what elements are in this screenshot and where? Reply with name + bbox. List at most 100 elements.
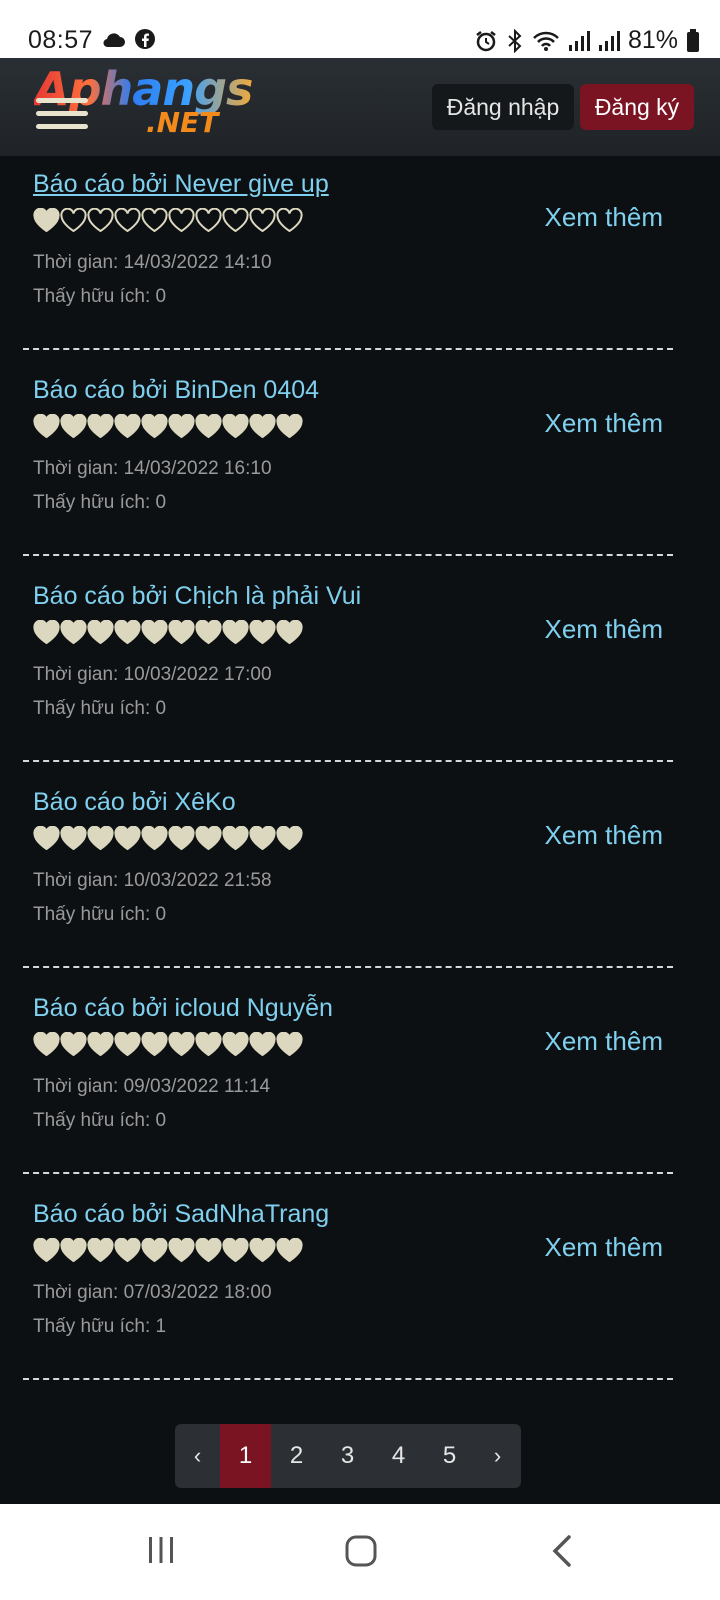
pagination-page-2[interactable]: 2 <box>271 1424 322 1488</box>
rating-hearts <box>33 414 303 439</box>
report-list: Báo cáo bởi Never give up Xem thêm Thời gi… <box>23 156 673 1380</box>
signal-icon <box>568 30 590 51</box>
report-item: Báo cáo bởi Never give up Xem thêm Thời gi… <box>23 156 673 350</box>
pagination-next[interactable]: › <box>475 1424 520 1488</box>
report-author-link[interactable]: Báo cáo bởi icloud Nguyễn <box>33 994 333 1023</box>
rating-hearts <box>33 826 303 851</box>
heart-filled-icon <box>168 620 195 645</box>
pagination-page-4[interactable]: 4 <box>373 1424 424 1488</box>
menu-icon[interactable] <box>36 98 88 130</box>
alarm-icon <box>476 30 496 51</box>
report-useful-count: Thấy hữu ích: 0 <box>33 698 167 719</box>
heart-outline-icon <box>60 208 87 233</box>
back-icon[interactable] <box>550 1534 574 1568</box>
heart-filled-icon <box>195 414 222 439</box>
heart-outline-icon <box>141 208 168 233</box>
heart-filled-icon <box>87 826 114 851</box>
wifi-icon <box>533 31 559 51</box>
heart-filled-icon <box>276 1032 303 1057</box>
heart-filled-icon <box>222 620 249 645</box>
report-item: Báo cáo bởi XêKo Xem thêm Thời gian: 10/03… <box>23 762 673 968</box>
report-author-link[interactable]: Báo cáo bởi Chịch là phải Vui <box>33 582 361 611</box>
heart-filled-icon <box>195 826 222 851</box>
heart-filled-icon <box>195 1238 222 1263</box>
login-button[interactable]: Đăng nhập <box>432 84 574 130</box>
heart-filled-icon <box>168 1032 195 1057</box>
heart-filled-icon <box>249 826 276 851</box>
pagination-prev[interactable]: ‹ <box>175 1424 220 1488</box>
pagination-page-1[interactable]: 1 <box>220 1424 271 1488</box>
view-more-link[interactable]: Xem thêm <box>545 1232 664 1263</box>
heart-filled-icon <box>33 208 60 233</box>
rating-hearts <box>33 1238 303 1263</box>
heart-filled-icon <box>141 826 168 851</box>
heart-filled-icon <box>222 1238 249 1263</box>
battery-icon <box>687 28 699 52</box>
heart-filled-icon <box>33 1238 60 1263</box>
heart-outline-icon <box>222 208 249 233</box>
heart-outline-icon <box>168 208 195 233</box>
logo-sub: .NET <box>146 106 219 139</box>
heart-filled-icon <box>114 414 141 439</box>
report-author-link[interactable]: Báo cáo bởi BinDen 0404 <box>33 376 319 405</box>
view-more-link[interactable]: Xem thêm <box>545 1026 664 1057</box>
heart-outline-icon <box>276 208 303 233</box>
heart-filled-icon <box>33 414 60 439</box>
report-time: Thời gian: 14/03/2022 16:10 <box>33 458 272 479</box>
home-icon[interactable] <box>344 1534 378 1568</box>
heart-filled-icon <box>222 414 249 439</box>
heart-filled-icon <box>60 1238 87 1263</box>
heart-filled-icon <box>249 1238 276 1263</box>
heart-filled-icon <box>276 620 303 645</box>
pagination: ‹ 1 2 3 4 5 › <box>175 1424 521 1488</box>
heart-filled-icon <box>114 620 141 645</box>
status-bar: 08:57 81% <box>0 0 720 58</box>
heart-filled-icon <box>249 414 276 439</box>
pagination-page-5[interactable]: 5 <box>424 1424 475 1488</box>
rating-hearts <box>33 208 303 233</box>
report-author-link[interactable]: Báo cáo bởi XêKo <box>33 788 236 817</box>
heart-filled-icon <box>222 826 249 851</box>
heart-filled-icon <box>141 414 168 439</box>
rating-hearts <box>33 1032 303 1057</box>
signal-icon <box>598 30 620 51</box>
heart-filled-icon <box>141 1238 168 1263</box>
heart-filled-icon <box>87 414 114 439</box>
register-button[interactable]: Đăng ký <box>580 84 694 130</box>
report-author-link[interactable]: Báo cáo bởi Never give up <box>33 170 329 199</box>
heart-filled-icon <box>276 826 303 851</box>
heart-filled-icon <box>276 1238 303 1263</box>
report-time: Thời gian: 14/03/2022 14:10 <box>33 252 272 273</box>
system-nav-bar <box>0 1504 720 1600</box>
report-time: Thời gian: 10/03/2022 17:00 <box>33 664 272 685</box>
heart-filled-icon <box>87 1032 114 1057</box>
heart-filled-icon <box>60 414 87 439</box>
view-more-link[interactable]: Xem thêm <box>545 202 664 233</box>
report-useful-count: Thấy hữu ích: 0 <box>33 286 167 307</box>
report-time: Thời gian: 07/03/2022 18:00 <box>33 1282 272 1303</box>
report-useful-count: Thấy hữu ích: 0 <box>33 1110 167 1131</box>
facebook-icon <box>135 29 155 49</box>
heart-outline-icon <box>87 208 114 233</box>
heart-filled-icon <box>249 620 276 645</box>
view-more-link[interactable]: Xem thêm <box>545 408 664 439</box>
view-more-link[interactable]: Xem thêm <box>545 820 664 851</box>
heart-outline-icon <box>195 208 222 233</box>
heart-filled-icon <box>60 1032 87 1057</box>
heart-filled-icon <box>60 620 87 645</box>
site-header: Aphangs .NET Đăng nhập Đăng ký <box>0 58 720 156</box>
pagination-page-3[interactable]: 3 <box>322 1424 373 1488</box>
view-more-link[interactable]: Xem thêm <box>545 614 664 645</box>
heart-filled-icon <box>168 826 195 851</box>
heart-filled-icon <box>195 1032 222 1057</box>
bluetooth-icon <box>508 28 522 53</box>
report-author-link[interactable]: Báo cáo bởi SadNhaTrang <box>33 1200 329 1229</box>
status-time: 08:57 <box>28 26 94 54</box>
heart-filled-icon <box>222 1032 249 1057</box>
report-useful-count: Thấy hữu ích: 0 <box>33 492 167 513</box>
report-time: Thời gian: 09/03/2022 11:14 <box>33 1076 271 1097</box>
recents-icon[interactable] <box>145 1534 177 1566</box>
heart-filled-icon <box>249 1032 276 1057</box>
heart-filled-icon <box>141 1032 168 1057</box>
heart-filled-icon <box>33 826 60 851</box>
